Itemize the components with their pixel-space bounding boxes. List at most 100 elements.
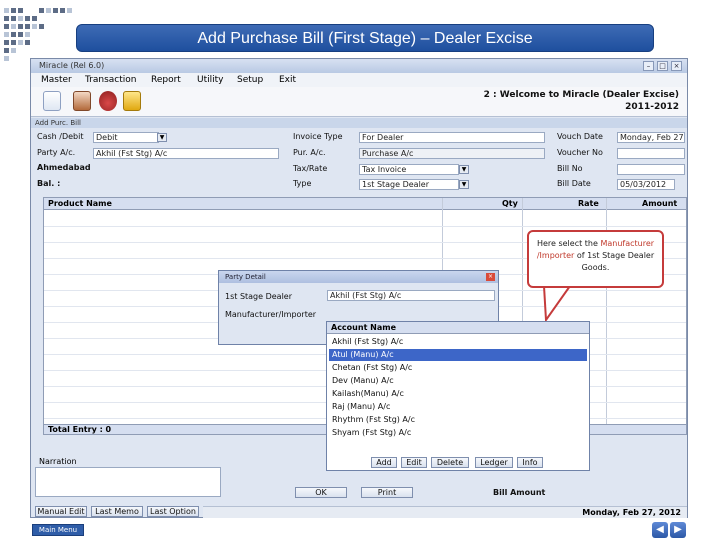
decorative-dot <box>11 16 16 21</box>
right-arrow-icon[interactable]: ▶ <box>670 522 686 538</box>
status-bar: Monday, Feb 27, 2012 <box>203 506 687 518</box>
decorative-dot <box>4 40 9 45</box>
decorative-dot <box>67 8 72 13</box>
pur-ac-field[interactable]: Purchase A/c <box>359 148 545 159</box>
ok-button[interactable]: OK <box>295 487 347 498</box>
info-button[interactable]: Info <box>517 457 543 468</box>
decorative-dot <box>18 8 23 13</box>
account-list-item[interactable]: Akhil (Fst Stg) A/c <box>329 336 587 348</box>
decorative-dot <box>53 8 58 13</box>
account-list-item[interactable]: Raj (Manu) A/c <box>329 401 587 413</box>
voucher-no-label: Voucher No <box>557 148 603 157</box>
decorative-dot <box>18 16 23 21</box>
decorative-dot <box>32 16 37 21</box>
last-memo-button[interactable]: Last Memo <box>91 506 143 517</box>
invoice-type-field[interactable]: For Dealer <box>359 132 545 143</box>
last-option-button[interactable]: Last Option <box>147 506 199 517</box>
menu-report[interactable]: Report <box>151 73 181 87</box>
type-select[interactable]: 1st Stage Dealer <box>359 179 459 190</box>
vouch-date-field[interactable]: Monday, Feb 27, 2012 <box>617 132 685 143</box>
menu-exit[interactable]: Exit <box>279 73 296 87</box>
decorative-dot <box>39 24 44 29</box>
bill-amount-label: Bill Amount <box>493 488 546 497</box>
column-amount[interactable]: Amount <box>642 198 677 210</box>
left-arrow-icon[interactable]: ◀ <box>652 522 668 538</box>
grid-row-line <box>44 226 686 227</box>
decorative-dot <box>4 56 9 61</box>
cart-icon[interactable] <box>73 91 91 111</box>
bill-no-label: Bill No <box>557 164 583 173</box>
decorative-dot <box>18 32 23 37</box>
decorative-dot <box>60 8 65 13</box>
invoice-type-label: Invoice Type <box>293 132 343 141</box>
main-menu-button[interactable]: Main Menu <box>32 524 84 536</box>
delete-button[interactable]: Delete <box>431 457 469 468</box>
narration-field[interactable] <box>35 467 221 497</box>
menu-transaction[interactable]: Transaction <box>85 73 137 87</box>
account-list-item[interactable]: Atul (Manu) A/c <box>329 349 587 361</box>
close-icon[interactable]: × <box>486 273 495 281</box>
column-rate[interactable]: Rate <box>578 198 599 210</box>
account-list-item[interactable]: Kailash(Manu) A/c <box>329 388 587 400</box>
menu-utility[interactable]: Utility <box>197 73 223 87</box>
chevron-down-icon[interactable]: ▼ <box>459 165 469 174</box>
callout-text-end: of 1st Stage Dealer Goods. <box>574 251 655 272</box>
column-product-name[interactable]: Product Name <box>48 198 112 210</box>
menu-master[interactable]: Master <box>41 73 72 87</box>
account-list[interactable]: Account Name Add Edit Delete Ledger Info… <box>326 321 590 471</box>
first-stage-label: 1st Stage Dealer <box>225 292 293 301</box>
bill-no-field[interactable] <box>617 164 685 175</box>
chevron-down-icon[interactable]: ▼ <box>157 133 167 142</box>
manufacturer-label: Manufacturer/Importer <box>225 310 317 319</box>
decorative-dot <box>39 8 44 13</box>
pur-ac-label: Pur. A/c. <box>293 148 326 157</box>
tax-rate-select[interactable]: Tax Invoice <box>359 164 459 175</box>
party-field[interactable]: Akhil (Fst Stg) A/c <box>93 148 279 159</box>
first-stage-field[interactable]: Akhil (Fst Stg) A/c <box>327 290 495 301</box>
tax-rate-label: Tax/Rate <box>293 164 328 173</box>
decorative-dot <box>11 40 16 45</box>
decorative-dot <box>11 24 16 29</box>
decorative-dot <box>4 48 9 53</box>
voucher-no-field[interactable] <box>617 148 685 159</box>
financial-year: 2011-2012 <box>625 102 679 112</box>
party-label: Party A/c. <box>37 148 76 157</box>
decorative-dot <box>18 24 23 29</box>
column-qty[interactable]: Qty <box>502 198 518 210</box>
edit-button[interactable]: Edit <box>401 457 427 468</box>
copy-icon[interactable] <box>43 91 61 111</box>
welcome-text: 2 : Welcome to Miracle (Dealer Excise) <box>483 90 679 100</box>
add-button[interactable]: Add <box>371 457 397 468</box>
edit-icon[interactable] <box>123 91 141 111</box>
bill-date-field[interactable]: 05/03/2012 <box>617 179 675 190</box>
minimize-icon[interactable]: – <box>643 61 654 71</box>
decorative-dot <box>4 16 9 21</box>
maximize-icon[interactable]: □ <box>657 61 668 71</box>
account-list-item[interactable]: Shyam (Fst Stg) A/c <box>329 427 587 439</box>
decorative-dot <box>25 32 30 37</box>
decorative-dot <box>11 48 16 53</box>
account-list-item[interactable]: Rhythm (Fst Stg) A/c <box>329 414 587 426</box>
account-list-item[interactable]: Dev (Manu) A/c <box>329 375 587 387</box>
bill-date-label: Bill Date <box>557 179 591 188</box>
cash-debit-select[interactable]: Debit <box>93 132 159 143</box>
account-list-item[interactable]: Chetan (Fst Stg) A/c <box>329 362 587 374</box>
print-button[interactable]: Print <box>361 487 413 498</box>
ledger-button[interactable]: Ledger <box>475 457 513 468</box>
cash-debit-label: Cash /Debit <box>37 132 84 141</box>
decorative-dot <box>11 32 16 37</box>
money-bag-icon[interactable] <box>99 91 117 111</box>
account-list-header: Account Name <box>327 322 589 334</box>
menu-setup[interactable]: Setup <box>237 73 263 87</box>
close-icon[interactable]: × <box>671 61 682 71</box>
decorative-dot <box>32 24 37 29</box>
decorative-dot <box>4 8 9 13</box>
type-label: Type <box>293 179 312 188</box>
callout-text-start: Here select the <box>536 239 601 248</box>
decorative-dot <box>18 40 23 45</box>
chevron-down-icon[interactable]: ▼ <box>459 180 469 189</box>
grid-header: Product Name Qty Rate Amount <box>44 198 686 210</box>
decorative-dot <box>4 24 9 29</box>
manual-edit-button[interactable]: Manual Edit <box>35 506 87 517</box>
decorative-dot <box>25 40 30 45</box>
